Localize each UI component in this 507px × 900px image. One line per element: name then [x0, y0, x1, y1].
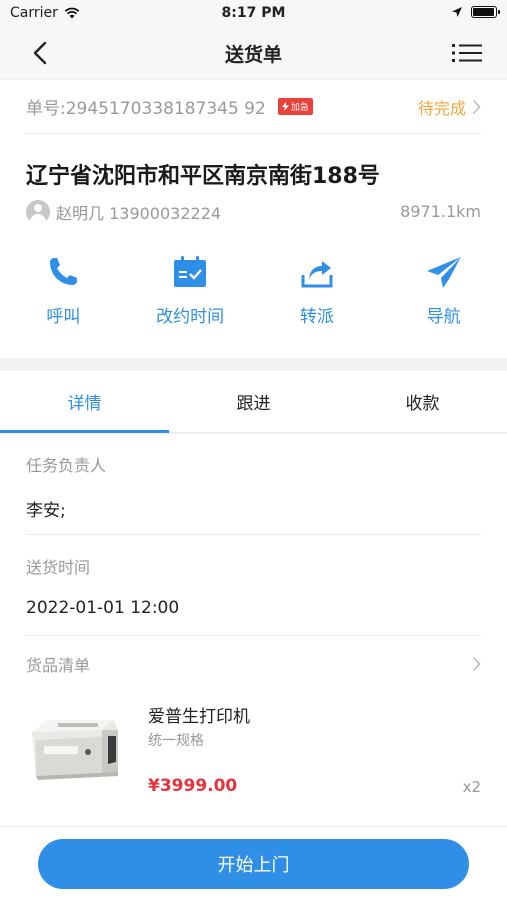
list-menu-icon[interactable]: [451, 41, 483, 65]
battery-fill: [473, 8, 494, 16]
start-visit-button[interactable]: 开始上门: [38, 839, 469, 889]
navigate-button[interactable]: 导航: [380, 252, 507, 352]
urgent-label: 加急: [290, 103, 309, 113]
urgent-badge: 加急: [277, 98, 313, 115]
lightning-icon: [281, 102, 289, 111]
contact-info: 赵明几 13900032224: [56, 204, 222, 223]
owner-label: 任务负责人: [26, 456, 107, 475]
product-image-printer: [32, 720, 118, 780]
order-number-row: 单号:2945170338187345 92 加急 待完成: [26, 80, 481, 134]
owner-section: 任务负责人 李安;: [26, 452, 481, 521]
tab-details[interactable]: 详情: [0, 371, 169, 433]
delivery-time-label: 送货时间: [26, 558, 91, 577]
detail-tabs: 详情 跟进 收款: [0, 371, 507, 433]
navigate-label: 导航: [426, 307, 461, 327]
battery-icon: [471, 6, 500, 18]
phone-icon: [50, 258, 78, 285]
product-name: 爱普生打印机: [148, 707, 250, 727]
status-right: [451, 6, 500, 18]
nav-bar: 送货单: [0, 28, 507, 78]
order-card: 单号:2945170338187345 92 加急 待完成 辽宁省沈阳市和平区南…: [0, 80, 507, 358]
product-price: ¥3999.00: [148, 776, 238, 796]
goods-list-header[interactable]: 货品清单: [26, 652, 481, 676]
order-status-link[interactable]: 待完成: [418, 95, 481, 119]
action-bar: 呼叫 改约时间 转派 导航: [0, 252, 507, 352]
page-title: 送货单: [224, 44, 282, 66]
reschedule-label: 改约时间: [156, 307, 225, 327]
owner-value: 李安;: [26, 501, 66, 521]
delivery-address: 辽宁省沈阳市和平区南京南街188号: [26, 164, 380, 189]
order-status: 待完成: [417, 98, 466, 118]
status-bar: Carrier 8:17 PM: [0, 0, 507, 28]
calendar-icon: [174, 256, 207, 287]
status-time: 8:17 PM: [221, 5, 286, 21]
share-icon: [301, 261, 333, 288]
distance: 8971.1km: [400, 202, 481, 221]
goods-item[interactable]: 爱普生打印机 统一规格 ¥3999.00 x2: [26, 696, 481, 796]
location-arrow-icon: [452, 7, 462, 17]
chevron-right-icon: [472, 99, 481, 114]
tab-payment[interactable]: 收款: [338, 371, 507, 432]
call-button[interactable]: 呼叫: [0, 252, 127, 352]
detail-panel: 任务负责人 李安; 送货时间 2022-01-01 12:00 货品清单 爱普生…: [0, 434, 507, 828]
call-label: 呼叫: [46, 307, 81, 327]
delivery-time-value: 2022-01-01 12:00: [26, 598, 180, 618]
product-spec: 统一规格: [148, 733, 204, 749]
avatar: [26, 200, 50, 224]
divider: [26, 534, 481, 535]
reschedule-button[interactable]: 改约时间: [127, 252, 254, 352]
goods-list-label: 货品清单: [26, 656, 91, 675]
chevron-right-icon: [472, 656, 481, 672]
contact-row: 赵明几 13900032224: [26, 200, 221, 224]
order-number: 单号:2945170338187345 92: [26, 99, 266, 119]
divider: [26, 635, 481, 636]
delivery-time-section: 送货时间 2022-01-01 12:00: [26, 554, 481, 618]
tab-follow-up[interactable]: 跟进: [169, 371, 338, 432]
bottom-action-bar: 开始上门: [0, 826, 507, 900]
navigation-icon: [426, 257, 461, 288]
product-quantity: x2: [462, 778, 481, 796]
transfer-button[interactable]: 转派: [254, 252, 381, 352]
transfer-label: 转派: [299, 307, 334, 327]
